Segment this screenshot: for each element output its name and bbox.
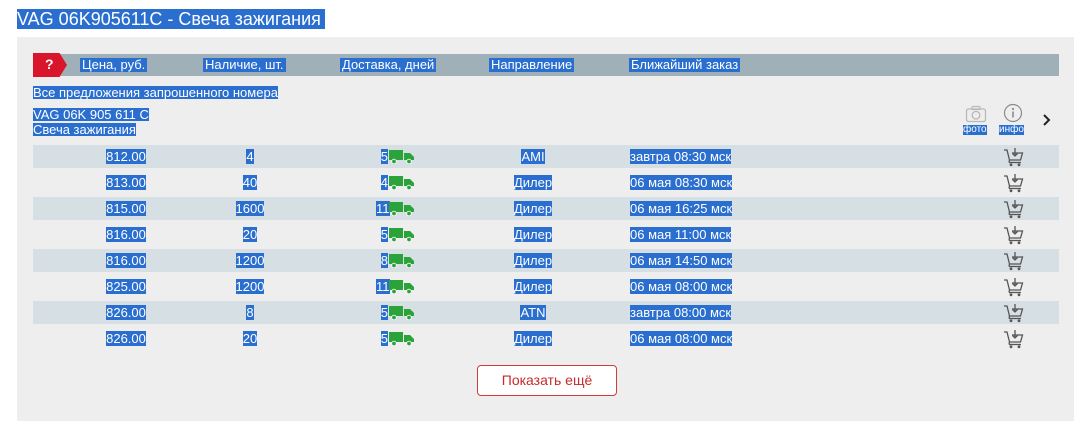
all-offers-label: Все предложения запрошенного номера [33,85,278,100]
table-row[interactable]: 826.00 8 5 ATN завтра 08:00 мск [33,301,1059,324]
offer-direction: Дилер [513,253,553,268]
offer-direction: Дилер [513,227,553,242]
table-row[interactable]: 812.00 4 5 AMI завтра 08:30 мск [33,145,1059,168]
question-icon: ? [45,56,54,72]
offer-delivery-days: 5 [380,305,388,320]
table-row[interactable]: 815.00 1600 11 Дилер 06 мая 16:25 мск [33,197,1059,220]
offer-nearest-order: 06 мая 16:25 мск [630,201,733,216]
show-more-button[interactable]: Показать ещё [477,365,617,396]
add-to-cart-icon[interactable] [1003,147,1025,167]
offer-price: 826.00 [106,331,146,346]
offer-delivery-days: 5 [380,227,388,242]
offer-direction: Дилер [513,331,553,346]
offer-delivery-days: 5 [380,149,388,164]
offer-nearest-order: 06 мая 08:00 мск [630,331,733,346]
offer-stock: 1200 [235,253,265,268]
offer-delivery-days: 4 [380,175,388,190]
offer-price: 815.00 [106,201,146,216]
part-number: VAG 06K 905 611 C [33,107,149,122]
table-row[interactable]: 825.00 1200 11 Дилер 06 мая 08:00 мск [33,275,1059,298]
offer-direction: Дилер [513,201,553,216]
offer-delivery-days: 11 [376,201,390,216]
offer-stock: 40 [242,175,258,190]
add-to-cart-icon[interactable] [1003,251,1025,271]
table-row[interactable]: 816.00 1200 8 Дилер 06 мая 14:50 мск [33,249,1059,272]
add-to-cart-icon[interactable] [1003,173,1025,193]
chevron-right-icon[interactable] [1041,113,1053,127]
header-price[interactable]: Цена, руб. [80,58,148,72]
truck-icon [389,254,414,268]
header-direction[interactable]: Направление [489,58,575,72]
add-to-cart-icon[interactable] [1003,329,1025,349]
add-to-cart-icon[interactable] [1003,199,1025,219]
page-title: VAG 06K905611C - Свеча зажигания [17,9,325,29]
offer-nearest-order: 06 мая 11:00 мск [630,227,732,242]
photo-label[interactable]: фото [963,125,987,135]
offer-nearest-order: 06 мая 08:30 мск [630,175,733,190]
truck-icon [389,202,414,216]
offer-nearest-order: завтра 08:30 мск [630,149,732,164]
info-label[interactable]: инфо [999,125,1024,135]
offer-delivery-days: 8 [380,253,388,268]
add-to-cart-icon[interactable] [1003,225,1025,245]
truck-icon [389,332,414,346]
offer-stock: 1200 [235,279,265,294]
offer-direction: AMI [521,149,545,164]
offer-price: 812.00 [106,149,146,164]
header-nearest[interactable]: Ближайший заказ [629,58,741,72]
truck-icon [389,280,414,294]
offer-nearest-order: 06 мая 14:50 мск [630,253,733,268]
table-row[interactable]: 813.00 40 4 Дилер 06 мая 08:30 мск [33,171,1059,194]
offer-price: 816.00 [106,253,146,268]
header-stock[interactable]: Наличие, шт. [203,58,286,72]
offer-price: 813.00 [106,175,146,190]
offer-price: 816.00 [106,227,146,242]
truck-icon [389,176,414,190]
add-to-cart-icon[interactable] [1003,303,1025,323]
offer-stock: 1600 [235,201,265,216]
offer-direction: ATN [520,305,546,320]
offer-delivery-days: 11 [376,279,390,294]
offer-price: 826.00 [106,305,146,320]
offer-nearest-order: 06 мая 08:00 мск [630,279,733,294]
offer-stock: 20 [242,227,258,242]
offer-price: 825.00 [106,279,146,294]
offer-direction: Дилер [513,279,553,294]
offer-direction: Дилер [513,175,553,190]
truck-icon [389,306,414,320]
add-to-cart-icon[interactable] [1003,277,1025,297]
offer-stock: 8 [246,305,254,320]
header-delivery[interactable]: Доставка, дней [340,58,437,72]
table-row[interactable]: 826.00 20 5 Дилер 06 мая 08:00 мск [33,327,1059,350]
camera-icon[interactable] [965,105,987,123]
truck-icon [389,228,414,242]
offer-stock: 20 [242,331,258,346]
offer-nearest-order: завтра 08:00 мск [630,305,732,320]
offer-delivery-days: 5 [380,331,388,346]
offer-stock: 4 [246,149,254,164]
table-row[interactable]: 816.00 20 5 Дилер 06 мая 11:00 мск [33,223,1059,246]
truck-icon [389,150,414,164]
part-name: Свеча зажигания [33,122,136,137]
info-icon[interactable] [1003,103,1023,123]
